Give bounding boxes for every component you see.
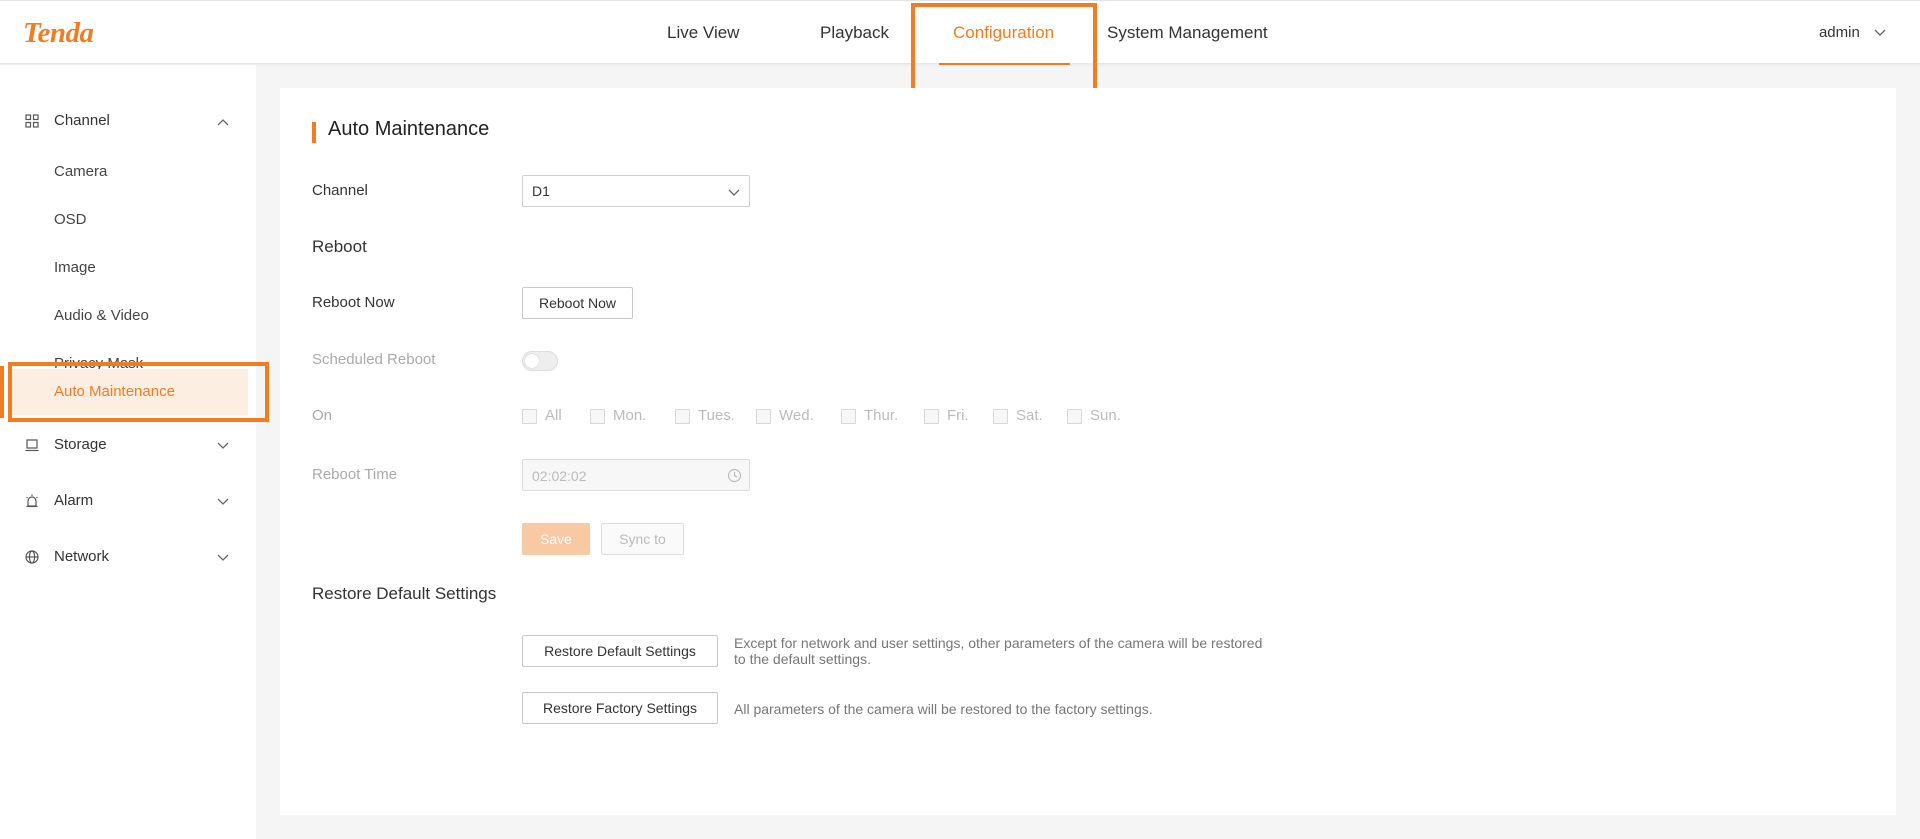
on-label: On bbox=[312, 407, 333, 424]
checkbox-label: Thur. bbox=[864, 407, 899, 424]
channel-label: Channel bbox=[312, 182, 368, 199]
checkbox bbox=[841, 409, 856, 424]
sidebar: Channel Camera OSD Image Audio & Video P… bbox=[0, 65, 256, 839]
toggle-knob bbox=[525, 354, 539, 368]
nav-playback[interactable]: Playback bbox=[820, 1, 889, 65]
checkbox bbox=[675, 409, 690, 424]
scheduled-reboot-toggle[interactable] bbox=[522, 351, 558, 371]
chevron-down-icon bbox=[216, 495, 230, 507]
reboot-time-input[interactable]: 02:02:02 bbox=[522, 459, 750, 491]
sidebar-item-camera[interactable]: Camera bbox=[0, 152, 256, 192]
nav-configuration[interactable]: Configuration bbox=[938, 1, 1071, 65]
title-accent-bar bbox=[312, 122, 316, 143]
sidebar-group-storage[interactable]: Storage bbox=[0, 425, 256, 465]
restore-factory-description: All parameters of the camera will be res… bbox=[734, 701, 1153, 717]
grid-icon bbox=[24, 113, 40, 129]
checkbox bbox=[993, 409, 1008, 424]
active-indicator bbox=[0, 366, 4, 418]
sidebar-item-auto-maintenance[interactable]: Auto Maintenance bbox=[0, 369, 256, 415]
alarm-icon bbox=[24, 493, 40, 509]
sidebar-item-osd[interactable]: OSD bbox=[0, 200, 256, 240]
storage-icon bbox=[24, 437, 40, 453]
sidebar-item-label: OSD bbox=[54, 211, 87, 228]
channel-value: D1 bbox=[532, 183, 550, 199]
nav-live-view[interactable]: Live View bbox=[667, 1, 739, 65]
checkbox-label: Sat. bbox=[1016, 407, 1043, 424]
nav-system-management[interactable]: System Management bbox=[1107, 1, 1268, 65]
restore-default-settings-button[interactable]: Restore Default Settings bbox=[522, 635, 718, 667]
chevron-down-icon bbox=[216, 551, 230, 563]
checkbox-label: Wed. bbox=[779, 407, 814, 424]
restore-factory-settings-button[interactable]: Restore Factory Settings bbox=[522, 692, 718, 724]
chevron-up-icon bbox=[216, 115, 230, 127]
sidebar-group-label: Storage bbox=[54, 436, 107, 453]
sidebar-item-label: Audio & Video bbox=[54, 307, 149, 324]
checkbox-label: Fri. bbox=[947, 407, 969, 424]
chevron-down-icon bbox=[216, 439, 230, 451]
checkbox bbox=[756, 409, 771, 424]
globe-icon bbox=[24, 549, 40, 565]
sync-to-button[interactable]: Sync to bbox=[601, 523, 684, 555]
sidebar-group-label: Channel bbox=[54, 112, 110, 129]
sidebar-group-network[interactable]: Network bbox=[0, 537, 256, 577]
checkbox-label: Mon. bbox=[613, 407, 647, 424]
sidebar-item-label: Camera bbox=[54, 163, 108, 180]
clock-icon bbox=[727, 468, 742, 483]
checkbox-label: All bbox=[545, 407, 562, 424]
tenda-logo: Tenda bbox=[23, 17, 94, 49]
sidebar-item-image[interactable]: Image bbox=[0, 248, 256, 288]
restore-default-description: Except for network and user settings, ot… bbox=[734, 635, 1263, 667]
reboot-time-value: 02:02:02 bbox=[532, 468, 587, 484]
sidebar-item-audio-video[interactable]: Audio & Video bbox=[0, 296, 256, 336]
checkbox bbox=[522, 409, 537, 424]
reboot-time-label: Reboot Time bbox=[312, 466, 398, 483]
main-panel: Auto Maintenance Channel D1 Reboot Reboo… bbox=[280, 88, 1896, 815]
sidebar-item-label: Image bbox=[54, 259, 96, 276]
chevron-down-icon bbox=[727, 186, 741, 198]
reboot-section-title: Reboot bbox=[312, 237, 367, 256]
sidebar-group-label: Network bbox=[54, 548, 110, 565]
user-menu[interactable]: admin bbox=[1819, 1, 1886, 65]
user-name: admin bbox=[1818, 24, 1860, 41]
sidebar-item-label: Auto Maintenance bbox=[54, 383, 175, 400]
sidebar-group-label: Alarm bbox=[54, 492, 94, 509]
checkbox bbox=[1067, 409, 1082, 424]
reboot-now-button[interactable]: Reboot Now bbox=[522, 287, 634, 319]
sidebar-group-alarm[interactable]: Alarm bbox=[0, 481, 256, 521]
page-title: Auto Maintenance bbox=[328, 118, 490, 140]
checkbox bbox=[590, 409, 605, 424]
top-navigation-bar: Tenda Live View Playback Configuration S… bbox=[0, 0, 1920, 65]
restore-section-title: Restore Default Settings bbox=[312, 584, 497, 603]
checkbox bbox=[924, 409, 939, 424]
channel-select[interactable]: D1 bbox=[522, 175, 750, 207]
checkbox-label: Tues. bbox=[698, 407, 735, 424]
save-button[interactable]: Save bbox=[522, 523, 590, 555]
checkbox-label: Sun. bbox=[1090, 407, 1121, 424]
reboot-now-label: Reboot Now bbox=[312, 294, 395, 311]
sidebar-group-channel[interactable]: Channel bbox=[0, 101, 256, 141]
scheduled-reboot-label: Scheduled Reboot bbox=[312, 351, 436, 368]
chevron-down-icon bbox=[1874, 1, 1886, 65]
